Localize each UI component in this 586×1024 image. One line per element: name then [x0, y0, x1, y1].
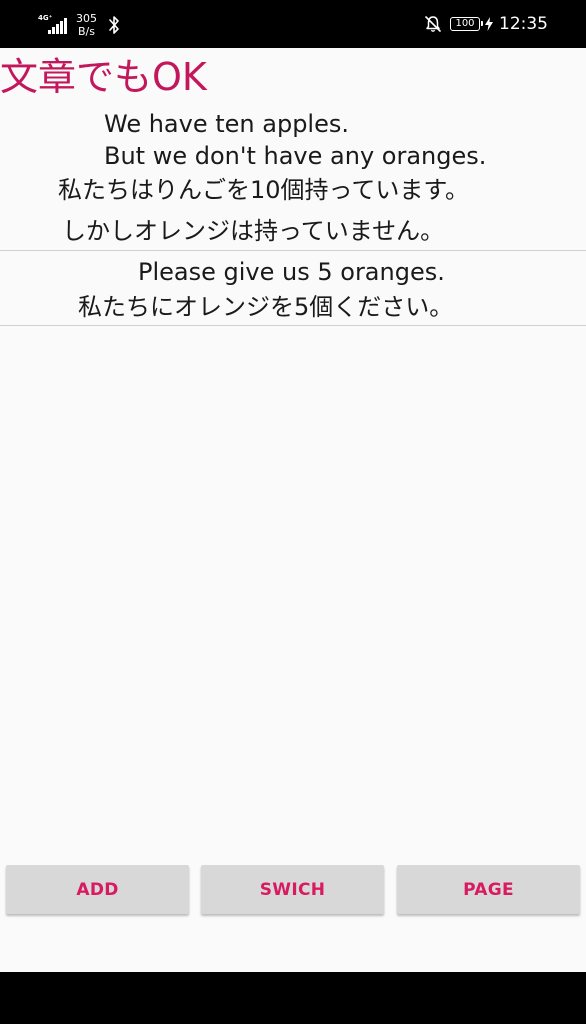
add-button[interactable]: ADD [6, 865, 189, 914]
navigation-bar [0, 972, 586, 1024]
status-right: 100 12:35 [424, 12, 548, 36]
sentence-line: 私たちにオレンジを5個ください。 [78, 293, 454, 321]
list-item[interactable]: We have ten apples. But we don't have an… [0, 106, 586, 250]
sentence-line: Please give us 5 oranges. [138, 258, 445, 286]
clock: 12:35 [499, 14, 548, 34]
list-item[interactable]: Please give us 5 oranges. 私たちにオレンジを5個くださ… [0, 251, 586, 325]
sentence-line: We have ten apples. [104, 110, 349, 138]
status-left: 4G⁺ 305 B/s [38, 10, 121, 40]
sentence-line: 私たちはりんごを10個持っています。 [58, 176, 469, 204]
sentence-line: But we don't have any oranges. [104, 142, 487, 170]
network-speed-value: 305 [76, 12, 97, 25]
battery-level: 100 [455, 18, 475, 29]
sentence-line: しかしオレンジは持っていません。 [62, 217, 445, 245]
signal-icon: 4G⁺ [38, 14, 70, 36]
battery-icon: 100 [450, 17, 483, 31]
network-speed: 305 B/s [76, 12, 97, 38]
page-button[interactable]: PAGE [397, 865, 580, 914]
page-title: 文章でもOK [0, 55, 207, 99]
network-speed-unit: B/s [78, 25, 95, 38]
bluetooth-icon [109, 16, 119, 34]
divider [0, 325, 586, 326]
status-bar: 4G⁺ 305 B/s 100 12:35 [0, 0, 586, 48]
switch-button[interactable]: SWICH [201, 865, 384, 914]
charging-icon [485, 17, 493, 31]
mute-icon [425, 16, 441, 32]
